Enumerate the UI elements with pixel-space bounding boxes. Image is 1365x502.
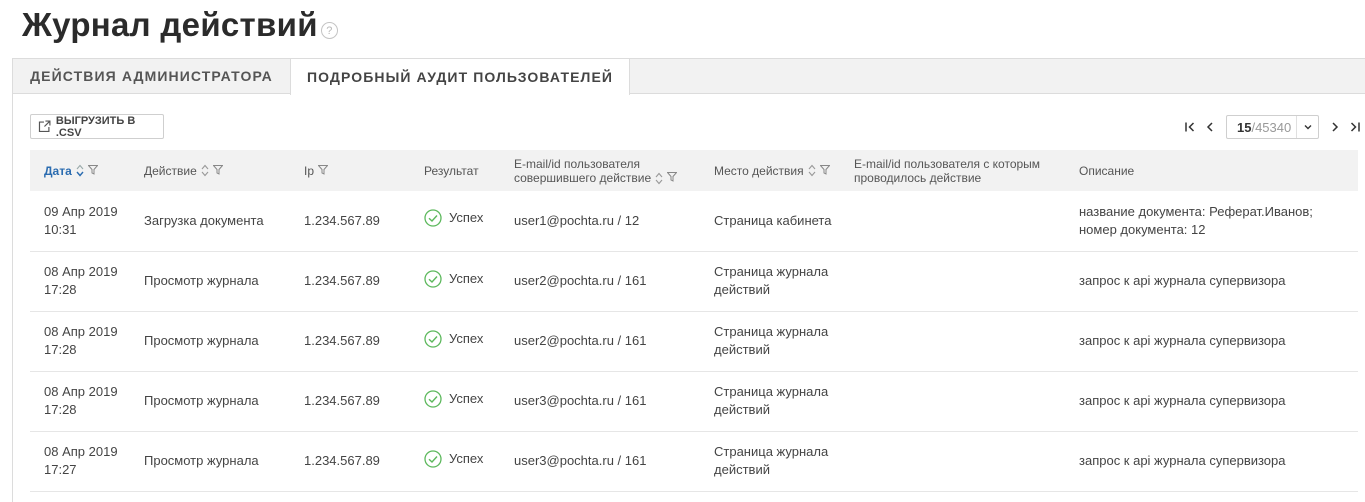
chevron-left-icon bbox=[1206, 122, 1213, 132]
filter-icon[interactable] bbox=[317, 164, 329, 178]
first-page-icon bbox=[1185, 122, 1195, 132]
current-page: 15 bbox=[1237, 119, 1252, 135]
cell-user: user1@pochta.ru / 12 bbox=[514, 212, 640, 228]
cell-result: Успех bbox=[410, 371, 500, 431]
table-header-row: Дата Действие Ip Результат E-mail/id пол… bbox=[30, 150, 1358, 191]
export-icon bbox=[38, 120, 51, 133]
last-page-button[interactable] bbox=[1345, 116, 1365, 138]
cell-description: запрос к api журнала супервизора bbox=[1079, 393, 1286, 408]
cell-user: user2@pochta.ru / 161 bbox=[514, 273, 647, 288]
cell-target-user bbox=[840, 371, 1065, 431]
table-row[interactable]: 09 Апр 2019 10:31 Загрузка документа 1.234.… bbox=[30, 191, 1358, 251]
cell-place: Страница журнала действий bbox=[714, 324, 829, 357]
cell-user: user3@pochta.ru / 161 bbox=[514, 453, 647, 468]
filter-icon[interactable] bbox=[212, 164, 224, 178]
cell-place: Страница журнала действий bbox=[714, 384, 829, 417]
cell-ip: 1.234.567.89 bbox=[304, 273, 380, 288]
check-circle-icon bbox=[424, 329, 442, 348]
cell-result: Успех bbox=[410, 191, 500, 251]
cell-ip: 1.234.567.89 bbox=[304, 393, 380, 408]
chevron-right-icon bbox=[1332, 122, 1339, 132]
check-circle-icon bbox=[424, 389, 442, 408]
cell-target-user bbox=[840, 251, 1065, 311]
column-target-line2: проводилось действие bbox=[854, 170, 982, 185]
cell-date: 09 Апр 2019 10:31 bbox=[44, 203, 118, 237]
cell-date: 08 Апр 2019 17:28 bbox=[44, 384, 118, 417]
column-target-user: E-mail/id пользователя с которым проводил… bbox=[840, 150, 1065, 191]
page-select[interactable]: 15/45340 bbox=[1226, 115, 1319, 139]
cell-place: Страница журнала действий bbox=[714, 264, 829, 297]
cell-result: Успех bbox=[410, 311, 500, 371]
cell-action: Просмотр журнала bbox=[144, 393, 259, 408]
total-pages: /45340 bbox=[1251, 119, 1292, 135]
next-page-button[interactable] bbox=[1325, 116, 1345, 138]
cell-place: Страница журнала действий bbox=[714, 444, 829, 477]
filter-icon[interactable] bbox=[819, 164, 831, 178]
prev-page-button[interactable] bbox=[1200, 116, 1220, 138]
cell-action: Просмотр журнала bbox=[144, 453, 259, 468]
sort-icon[interactable] bbox=[201, 164, 209, 177]
cell-date: 08 Апр 2019 17:28 bbox=[44, 324, 118, 357]
cell-target-user bbox=[840, 431, 1065, 491]
chevron-down-icon bbox=[1296, 116, 1318, 138]
table-row[interactable]: 08 Апр 2019 17:28 Просмотр журнала 1.234.56… bbox=[30, 311, 1358, 371]
cell-ip: 1.234.567.89 bbox=[304, 453, 380, 468]
column-user[interactable]: E-mail/id пользователя совершившего дейст… bbox=[500, 150, 700, 191]
table-row[interactable]: 08 Апр 2019 17:27 Просмотр журнала 1.234.56… bbox=[30, 431, 1358, 491]
column-result: Результат bbox=[424, 163, 479, 178]
cell-action: Просмотр журнала bbox=[144, 333, 259, 348]
cell-action: Загрузка документа bbox=[144, 212, 264, 228]
filter-icon[interactable] bbox=[87, 164, 99, 178]
export-label: ВЫГРУЗИТЬ В .CSV bbox=[55, 114, 136, 139]
column-user-line2: совершившего действие bbox=[514, 170, 652, 185]
table-row[interactable]: 08 Апр 2019 17:28 Просмотр журнала 1.234.56… bbox=[30, 251, 1358, 311]
sort-icon[interactable] bbox=[808, 164, 816, 177]
check-circle-icon bbox=[424, 449, 442, 468]
page-header: Журнал действий ? bbox=[22, 0, 338, 44]
cell-target-user bbox=[840, 191, 1065, 251]
sort-icon[interactable] bbox=[76, 164, 84, 177]
question-circle-icon[interactable]: ? bbox=[320, 22, 338, 39]
cell-description: запрос к api журнала супервизора bbox=[1079, 333, 1286, 348]
cell-description: запрос к api журнала супервизора bbox=[1079, 453, 1286, 468]
check-circle-icon bbox=[424, 269, 442, 288]
tab-user-audit[interactable]: ПОДРОБНЫЙ АУДИТ ПОЛЬЗОВАТЕЛЕЙ bbox=[290, 58, 630, 95]
cell-result: Успех bbox=[410, 431, 500, 491]
column-description: Описание bbox=[1079, 163, 1135, 178]
pagination: 15/45340 bbox=[1180, 115, 1365, 139]
cell-description: название документа: Реферат.Иванов; номер… bbox=[1079, 203, 1313, 237]
column-ip[interactable]: Ip bbox=[290, 150, 410, 191]
filter-icon[interactable] bbox=[666, 171, 678, 185]
cell-result: Успех bbox=[410, 251, 500, 311]
column-place[interactable]: Место действия bbox=[700, 150, 840, 191]
cell-description: запрос к api журнала супервизора bbox=[1079, 273, 1286, 288]
tabs-bar: ДЕЙСТВИЯ АДМИНИСТРАТОРА ПОДРОБНЫЙ АУДИТ … bbox=[12, 58, 1365, 95]
cell-ip: 1.234.567.89 bbox=[304, 333, 380, 348]
column-action[interactable]: Действие bbox=[130, 150, 290, 191]
cell-date: 08 Апр 2019 17:27 bbox=[44, 444, 118, 477]
page-title: Журнал действий bbox=[22, 6, 318, 43]
cell-target-user bbox=[840, 311, 1065, 371]
check-circle-icon bbox=[424, 209, 442, 227]
column-date[interactable]: Дата bbox=[30, 150, 130, 191]
last-page-icon bbox=[1350, 122, 1360, 132]
cell-date: 08 Апр 2019 17:28 bbox=[44, 264, 118, 297]
cell-user: user3@pochta.ru / 161 bbox=[514, 393, 647, 408]
first-page-button[interactable] bbox=[1180, 116, 1200, 138]
sort-icon[interactable] bbox=[655, 172, 663, 185]
tab-admin-actions[interactable]: ДЕЙСТВИЯ АДМИНИСТРАТОРА bbox=[13, 58, 290, 94]
cell-place: Страница кабинета bbox=[714, 212, 832, 228]
column-target-line1: E-mail/id пользователя с которым bbox=[854, 156, 1041, 171]
table-row[interactable]: 08 Апр 2019 17:28 Просмотр журнала 1.234.56… bbox=[30, 371, 1358, 431]
export-csv-button[interactable]: ВЫГРУЗИТЬ В .CSV bbox=[30, 114, 164, 139]
column-user-line1: E-mail/id пользователя bbox=[514, 156, 640, 171]
cell-ip: 1.234.567.89 bbox=[304, 212, 380, 228]
audit-table: Дата Действие Ip Результат E-mail/id пол… bbox=[30, 150, 1358, 492]
cell-action: Просмотр журнала bbox=[144, 273, 259, 288]
cell-user: user2@pochta.ru / 161 bbox=[514, 333, 647, 348]
